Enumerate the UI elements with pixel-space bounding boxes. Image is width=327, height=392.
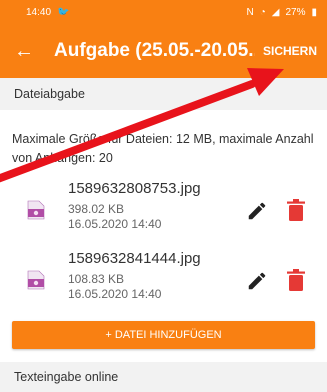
nfc-icon: N: [246, 6, 254, 18]
trash-icon[interactable]: [287, 199, 305, 221]
pencil-icon[interactable]: [246, 200, 268, 222]
twitter-icon: 🐦: [57, 6, 70, 18]
status-time: 14:40: [26, 6, 52, 18]
battery-percent: 27%: [285, 6, 306, 18]
app-bar: ← Aufgabe (25.05.-20.05.... SICHERN: [0, 24, 327, 78]
wifi-icon: ◔: [259, 6, 266, 18]
trash-icon[interactable]: [287, 269, 305, 291]
section-header-file-submission: Dateiabgabe: [0, 78, 327, 110]
file-size: 108.83 KB: [68, 272, 125, 286]
file-date: 16.05.2020 14:40: [68, 287, 162, 301]
page-title: Aufgabe (25.05.-20.05....: [54, 40, 255, 61]
file-size: 398.02 KB: [68, 202, 125, 216]
file-name: 1589632808753.jpg: [68, 180, 201, 197]
upload-limits-text: Maximale Größe für Dateien: 12 MB, maxim…: [12, 132, 314, 165]
image-file-icon: [27, 270, 45, 290]
status-bar: 14:40 🐦 N ◔ ◢ 27% ▮: [0, 0, 327, 24]
status-icons: N ◔ ◢ 27% ▮: [246, 7, 317, 18]
add-file-button[interactable]: + DATEI HINZUFÜGEN: [12, 321, 315, 349]
file-name: 1589632841444.jpg: [68, 250, 201, 267]
pencil-icon[interactable]: [246, 270, 268, 292]
save-button[interactable]: SICHERN: [263, 44, 317, 58]
battery-icon: ▮: [311, 6, 317, 18]
signal-icon: ◢: [271, 6, 280, 18]
file-date: 16.05.2020 14:40: [68, 217, 162, 231]
image-file-icon: [27, 200, 45, 220]
file-item[interactable]: 1589632808753.jpg 398.02 KB 16.05.2020 1…: [0, 180, 327, 242]
file-item[interactable]: 1589632841444.jpg 108.83 KB 16.05.2020 1…: [0, 250, 327, 312]
back-arrow-icon[interactable]: ←: [14, 40, 40, 63]
section-header-online-text: Texteingabe online: [0, 362, 327, 392]
